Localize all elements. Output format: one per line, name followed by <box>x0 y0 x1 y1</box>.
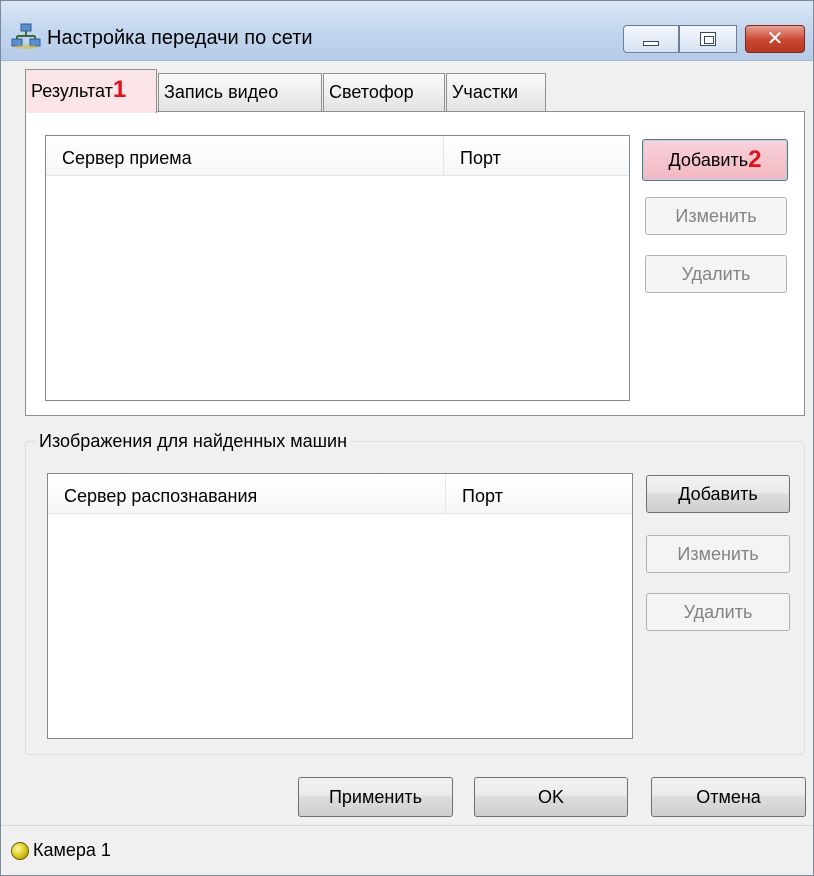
annotation-badge-2: 2 <box>748 146 762 173</box>
edit-receive-server-button[interactable]: Изменить <box>645 197 787 235</box>
edit-recognition-server-button[interactable]: Изменить <box>646 535 790 573</box>
list-header: Сервер распознавания Порт <box>48 474 632 514</box>
status-bar: Камера 1 <box>1 825 813 875</box>
add-button-label: Добавить <box>678 483 758 504</box>
edit-button-label: Изменить <box>677 543 759 564</box>
camera-status-icon <box>11 842 29 860</box>
add-receive-server-button[interactable]: Добавить 2 <box>642 139 788 181</box>
list-header: Сервер приема Порт <box>46 136 629 176</box>
dialog-window: Настройка передачи по сети ✕ Результат1 … <box>0 0 814 876</box>
maximize-button[interactable] <box>679 25 737 53</box>
ok-button-label: OK <box>537 786 564 807</box>
network-icon <box>11 23 41 49</box>
tab-video-recording[interactable]: Запись видео <box>158 73 322 111</box>
delete-button-label: Удалить <box>683 601 753 622</box>
column-header-port[interactable]: Порт <box>446 474 631 514</box>
add-recognition-server-button[interactable]: Добавить <box>646 475 790 513</box>
status-camera-label: Камера 1 <box>33 840 111 860</box>
tab-traffic-light-label: Светофор <box>329 82 414 102</box>
tab-sections[interactable]: Участки <box>446 73 546 111</box>
apply-button-label: Применить <box>328 786 422 807</box>
minimize-icon <box>643 40 659 46</box>
title-bar[interactable]: Настройка передачи по сети ✕ <box>1 1 813 61</box>
tab-video-recording-label: Запись видео <box>164 82 279 102</box>
tab-result-label: Результат <box>31 81 113 101</box>
close-icon: ✕ <box>766 28 784 50</box>
tab-result[interactable]: Результат1 <box>25 69 157 113</box>
delete-button-label: Удалить <box>681 263 751 284</box>
edit-button-label: Изменить <box>675 205 757 226</box>
recognition-server-list[interactable]: Сервер распознавания Порт <box>47 473 633 739</box>
delete-receive-server-button[interactable]: Удалить <box>645 255 787 293</box>
close-button[interactable]: ✕ <box>745 25 805 53</box>
cancel-button-label: Отмена <box>696 786 761 807</box>
tab-sections-label: Участки <box>452 82 518 102</box>
delete-recognition-server-button[interactable]: Удалить <box>646 593 790 631</box>
minimize-button[interactable] <box>623 25 679 53</box>
tab-traffic-light[interactable]: Светофор <box>323 73 445 111</box>
receive-server-list[interactable]: Сервер приема Порт <box>45 135 630 401</box>
window-title: Настройка передачи по сети <box>47 27 313 49</box>
annotation-badge-1: 1 <box>112 76 127 103</box>
apply-button[interactable]: Применить <box>298 777 453 817</box>
column-header-port[interactable]: Порт <box>444 136 629 176</box>
column-header-receive-server[interactable]: Сервер приема <box>46 136 444 176</box>
cancel-button[interactable]: Отмена <box>651 777 806 817</box>
column-header-recognition-server[interactable]: Сервер распознавания <box>48 474 446 514</box>
images-group-label: Изображения для найденных машин <box>35 431 352 452</box>
maximize-icon <box>700 32 716 46</box>
ok-button[interactable]: OK <box>474 777 628 817</box>
add-button-label: Добавить <box>668 149 749 170</box>
